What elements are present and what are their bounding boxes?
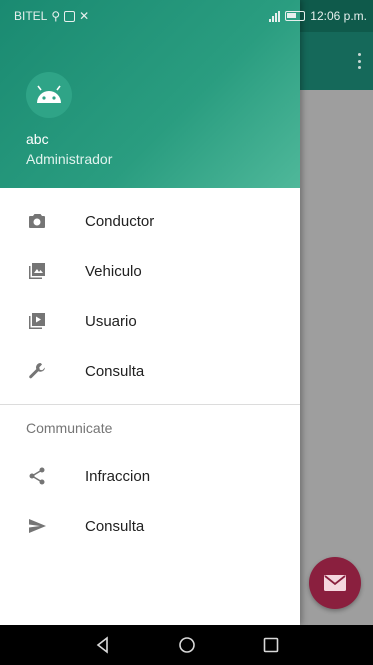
navigation-bar	[0, 625, 373, 665]
menu-item-label: Conductor	[85, 212, 155, 230]
menu-item-usuario[interactable]: Usuario	[0, 296, 300, 346]
share-icon	[26, 465, 48, 487]
recents-icon[interactable]	[260, 634, 282, 656]
usb-icon: ⚲	[51, 9, 61, 23]
menu-item-label: Usuario	[85, 312, 137, 330]
menu-item-label: Vehiculo	[85, 262, 142, 280]
menu-item-label: Consulta	[85, 362, 145, 380]
slideshow-icon	[26, 310, 48, 332]
menu-item-consulta[interactable]: Consulta	[0, 346, 300, 396]
notification-icon	[64, 10, 76, 22]
section-title: Communicate	[26, 420, 113, 436]
android-icon	[37, 85, 61, 103]
home-icon[interactable]	[176, 634, 198, 656]
menu-item-consulta-send[interactable]: Consulta	[0, 501, 300, 551]
mail-icon	[324, 575, 346, 591]
signal-icon	[269, 10, 281, 22]
back-icon[interactable]	[92, 634, 114, 656]
status-bar: BITEL ⚲ ✕ 12:06 p.m.	[0, 0, 373, 32]
send-icon	[26, 515, 48, 537]
wrench-icon	[26, 360, 48, 382]
camera-icon	[26, 210, 48, 232]
overflow-menu-icon[interactable]	[353, 50, 365, 72]
menu-item-label: Consulta	[85, 517, 145, 535]
clock: 12:06 p.m.	[310, 9, 367, 23]
menu-item-infraccion[interactable]: Infraccion	[0, 451, 300, 501]
mute-icon: ✕	[79, 9, 90, 23]
user-role: Administrador	[26, 151, 113, 167]
navigation-drawer: abc Administrador Conductor Vehiculo Usu…	[0, 0, 300, 625]
menu-item-label: Infraccion	[85, 467, 151, 485]
compose-fab[interactable]	[309, 557, 361, 609]
drawer-menu: Conductor Vehiculo Usuario Consulta Comm…	[0, 196, 300, 551]
user-name: abc	[26, 131, 49, 147]
gallery-icon	[26, 260, 48, 282]
menu-item-conductor[interactable]: Conductor	[0, 196, 300, 246]
carrier-info: BITEL ⚲ ✕	[14, 9, 89, 23]
avatar[interactable]	[26, 72, 72, 118]
status-indicators: 12:06 p.m.	[269, 9, 367, 23]
battery-icon	[285, 11, 306, 21]
carrier-name: BITEL	[14, 9, 48, 23]
menu-item-vehiculo[interactable]: Vehiculo	[0, 246, 300, 296]
